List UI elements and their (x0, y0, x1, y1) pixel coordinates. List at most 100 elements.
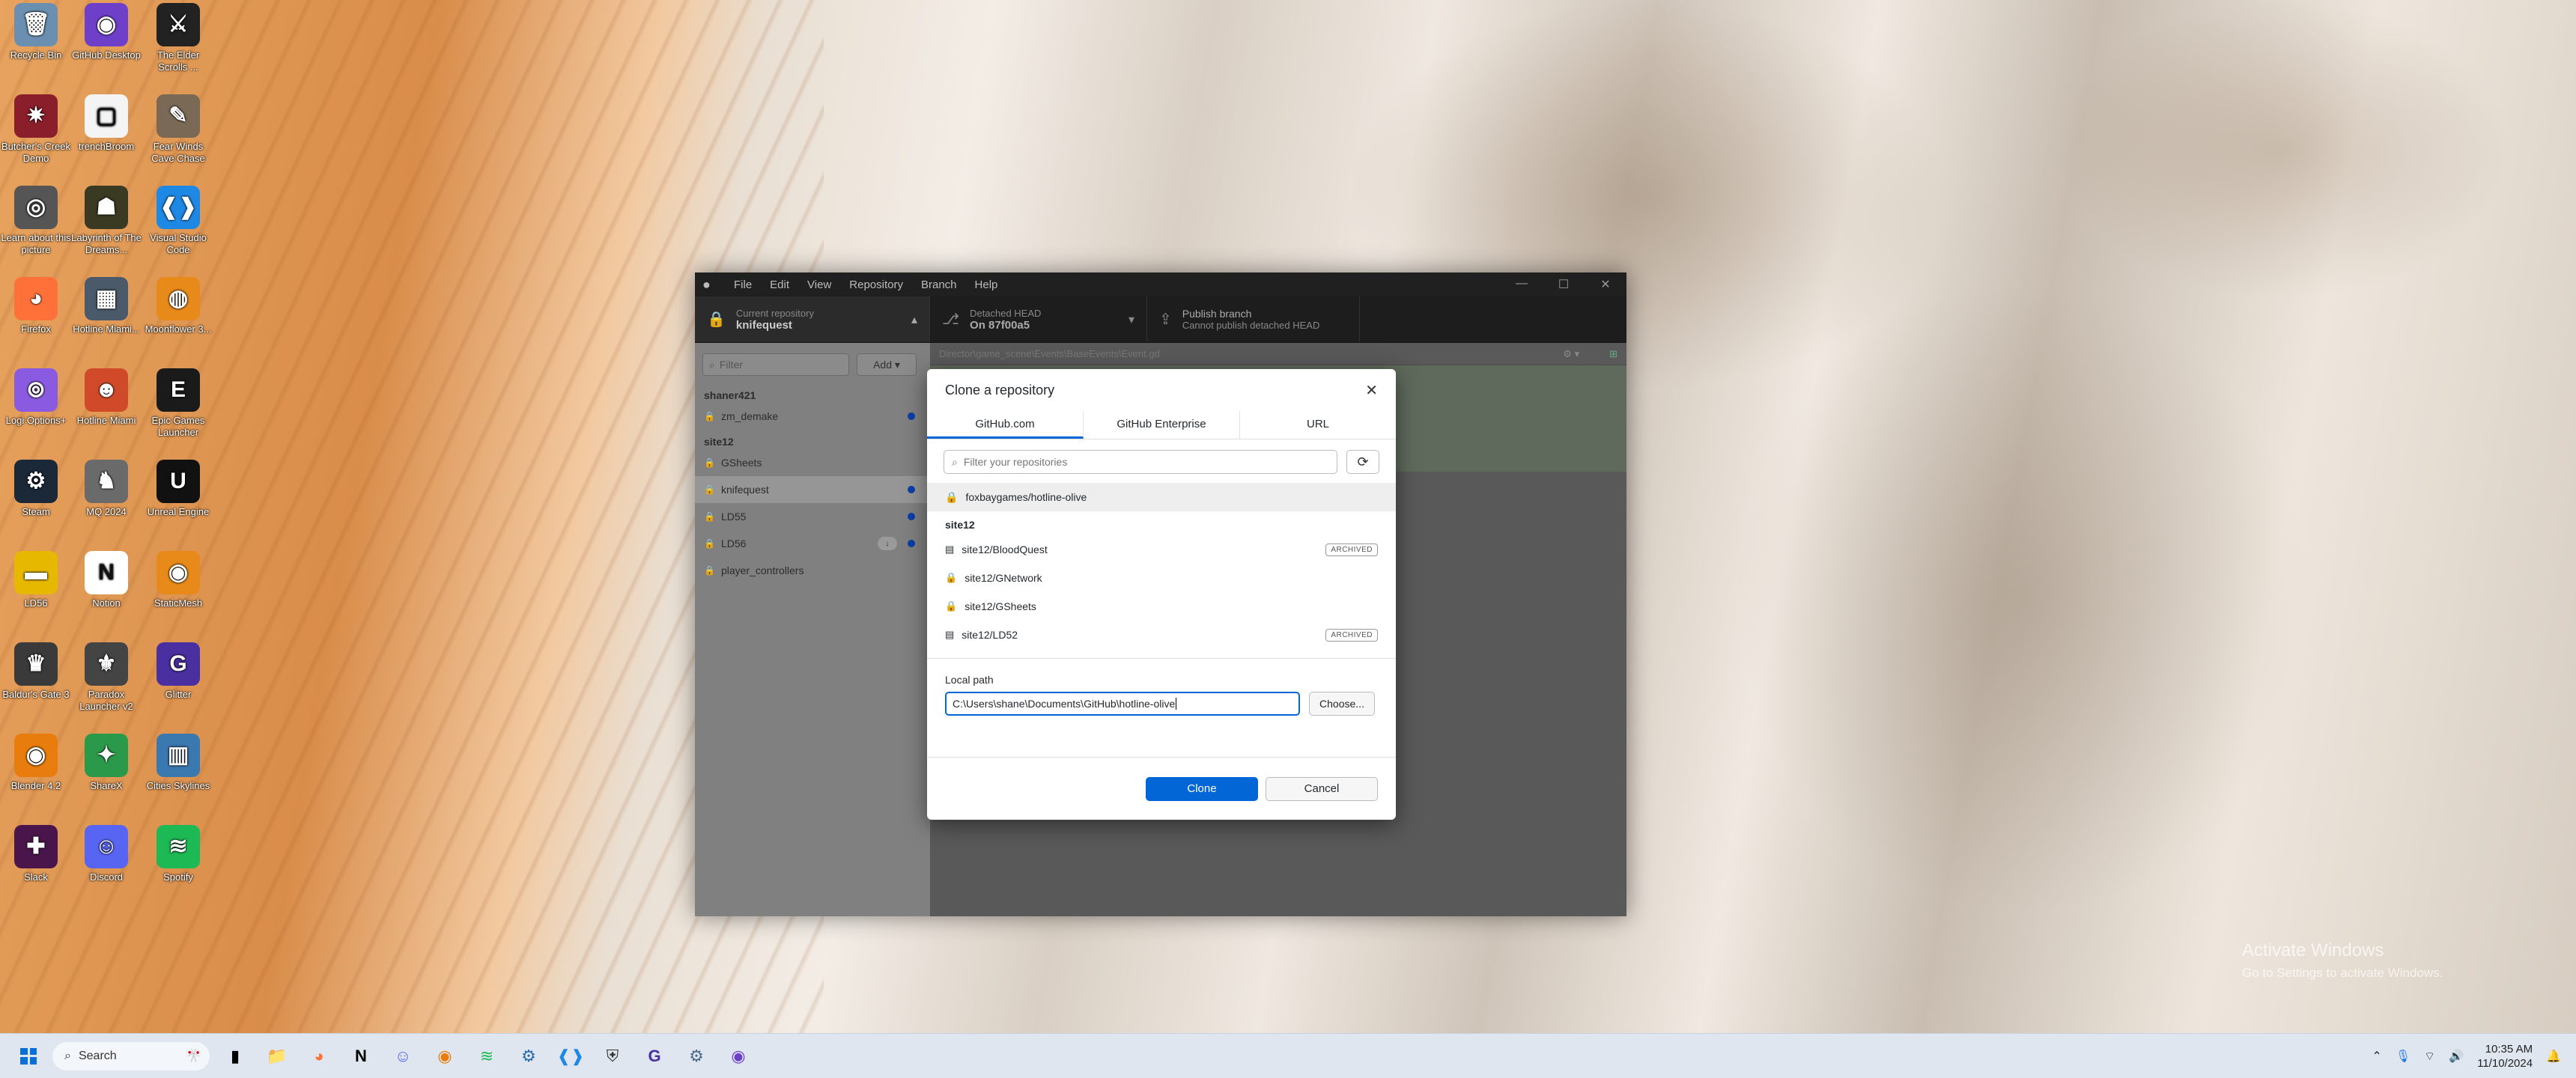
desktop-icon[interactable]: ♞ MQ 2024 (70, 460, 142, 518)
refresh-button[interactable]: ⟳ (1346, 450, 1379, 474)
blender-icon[interactable]: ◉ (428, 1040, 461, 1073)
desktop-icon[interactable]: ◕ Firefox (0, 277, 72, 335)
desktop-icon[interactable]: U Unreal Engine (142, 460, 214, 518)
branch-button[interactable]: ⎇ Detached HEAD On 87f00a5 ▾ (930, 296, 1147, 342)
desktop-icon-label: trenchBroom (78, 141, 135, 152)
app-icon: ▬ (14, 551, 58, 594)
desktop-icon[interactable]: 🗑 Recycle Bin (0, 3, 72, 61)
repo-filter-input[interactable]: ⌕ Filter (702, 353, 849, 376)
desktop-icon[interactable]: ▢ trenchBroom (70, 94, 142, 153)
publish-branch-button[interactable]: ⇪ Publish branch Cannot publish detached… (1147, 296, 1360, 342)
close-icon[interactable]: ✕ (1365, 381, 1378, 400)
spotify-icon[interactable]: ≋ (470, 1040, 503, 1073)
desktop-icon[interactable]: ▥ Cities Skylines (142, 734, 214, 792)
desktop-icon-label: Slack (24, 871, 48, 883)
desktop-icon[interactable]: ⚙ Steam (0, 460, 72, 518)
chevron-up-icon[interactable]: ⌃ (2372, 1049, 2381, 1064)
current-repository-button[interactable]: 🔒 Current repository knifequest ▴ (695, 296, 930, 342)
sidebar-item-label: LD55 (720, 511, 747, 523)
file-explorer-icon[interactable]: 📁 (261, 1040, 294, 1073)
menu-repository[interactable]: Repository (840, 278, 912, 291)
file-path-bar: Director\game_scene\Events\BaseEvents\Ev… (930, 343, 1626, 365)
vscode-icon[interactable]: ❰❱ (554, 1040, 587, 1073)
task-view-icon[interactable]: ▮ (219, 1040, 252, 1073)
firefox-icon[interactable]: ◕ (303, 1040, 335, 1073)
sidebar-item-player_controllers[interactable]: 🔒 player_controllers (695, 557, 930, 584)
taskbar-search[interactable]: ⌕ Search 🎌 (52, 1041, 210, 1071)
desktop-icon[interactable]: E Epic Games Launcher (142, 368, 214, 439)
notion-icon[interactable]: N (344, 1040, 377, 1073)
desktop-icon[interactable]: ▦ Hotline Miami... (70, 277, 142, 335)
desktop-icon[interactable]: ◉ GitHub Desktop (70, 3, 142, 61)
list-item[interactable]: ▤ site12/LD52 ARCHIVED (927, 621, 1396, 649)
sidebar-item-LD56[interactable]: 🔒 LD56 ↓ (695, 530, 930, 557)
desktop-icon-label: Discord (89, 871, 124, 883)
expand-icon[interactable]: ⊞ (1609, 348, 1617, 360)
gear-icon[interactable]: ⚙ ▾ (1563, 348, 1579, 360)
list-item[interactable]: 🔒 site12/GSheets (927, 592, 1396, 621)
desktop-icon-label: Notion (92, 597, 121, 609)
choose-button[interactable]: Choose... (1309, 692, 1375, 716)
sidebar-item-knifequest[interactable]: 🔒 knifequest (695, 476, 930, 503)
app-icon: ✎ (157, 94, 200, 138)
maximize-icon[interactable]: ☐ (1543, 277, 1585, 292)
desktop-icon[interactable]: ✷ Butcher's Creek Demo (0, 94, 72, 165)
desktop-icon[interactable]: ◎ Learn about this picture (0, 186, 72, 256)
wifi-icon[interactable]: ⌔ (2424, 1049, 2435, 1064)
repo-search-input[interactable]: ⌕ Filter your repositories (944, 450, 1337, 474)
tab-github-com[interactable]: GitHub.com (927, 411, 1084, 439)
desktop-icon[interactable]: ♛ Baldur's Gate 3 (0, 642, 72, 701)
add-repo-button[interactable]: Add ▾ (857, 353, 917, 376)
app-icon: ⊚ (14, 368, 58, 412)
glitter-icon[interactable]: G (638, 1040, 671, 1073)
sidebar-item-LD55[interactable]: 🔒 LD55 (695, 503, 930, 530)
menu-file[interactable]: File (725, 278, 761, 291)
list-item-highlighted[interactable]: 🔒 foxbaygames/hotline-olive (927, 483, 1396, 511)
desktop-icon[interactable]: ❰❱ Visual Studio Code (142, 186, 214, 256)
desktop-icon[interactable]: ☗ Labyrinth of The Dreams... (70, 186, 142, 256)
desktop-icon[interactable]: ✚ Slack (0, 825, 72, 883)
desktop-icon[interactable]: ☺ Discord (70, 825, 142, 883)
desktop-icon[interactable]: ▬ LD56 (0, 551, 72, 609)
desktop-icon[interactable]: ◍ Moonflower 3... (142, 277, 214, 335)
desktop-icon[interactable]: ⊚ Logi Options+ (0, 368, 72, 427)
app-icon: N (85, 551, 128, 594)
list-item[interactable]: 🔒 site12/GNetwork (927, 564, 1396, 592)
github-desktop-icon[interactable]: ◉ (722, 1040, 755, 1073)
desktop-icon[interactable]: G Glitter (142, 642, 214, 701)
desktop-icon-label: StaticMesh (154, 597, 203, 609)
repo-group-header: site12 (945, 519, 975, 531)
sidebar-item-zm_demake[interactable]: 🔒 zm_demake (695, 403, 930, 430)
desktop-icon[interactable]: ⚜ Paradox Launcher v2 (70, 642, 142, 713)
notification-bell-icon[interactable]: 🔔 (2546, 1049, 2561, 1064)
start-button[interactable] (13, 1041, 43, 1071)
volume-icon[interactable]: 🔊 (2449, 1049, 2464, 1064)
minimize-icon[interactable]: — (1501, 277, 1543, 292)
menu-view[interactable]: View (798, 278, 840, 291)
cancel-button[interactable]: Cancel (1266, 776, 1378, 801)
steam-icon[interactable]: ⚙ (680, 1040, 713, 1073)
close-icon[interactable]: ✕ (1585, 277, 1626, 292)
tab-github-enterprise[interactable]: GitHub Enterprise (1084, 411, 1240, 439)
desktop-icon[interactable]: ◉ Blender 4.2 (0, 734, 72, 792)
desktop-icon[interactable]: ☻ Hotline Miami (70, 368, 142, 427)
desktop-icon[interactable]: N Notion (70, 551, 142, 609)
desktop-icon[interactable]: ✦ ShareX (70, 734, 142, 792)
desktop-icon[interactable]: ◉ StaticMesh (142, 551, 214, 609)
discord-icon[interactable]: ☺ (386, 1040, 419, 1073)
list-item[interactable]: ▤ site12/BloodQuest ARCHIVED (927, 535, 1396, 564)
desktop-icon[interactable]: ✎ Fear Winds Cave Chase (142, 94, 214, 165)
clone-button[interactable]: Clone (1146, 776, 1258, 801)
menu-branch[interactable]: Branch (912, 278, 966, 291)
desktop-icon[interactable]: ≋ Spotify (142, 825, 214, 883)
desktop-icon[interactable]: ⚔ The Elder Scrolls ... (142, 3, 214, 73)
menu-edit[interactable]: Edit (761, 278, 798, 291)
shield-icon[interactable]: ⛨ (596, 1040, 629, 1073)
clock[interactable]: 10:35 AM 11/10/2024 (2477, 1042, 2533, 1071)
tab-url[interactable]: URL (1240, 411, 1396, 439)
sidebar-item-GSheets[interactable]: 🔒 GSheets (695, 449, 930, 476)
microphone-icon[interactable]: 🎙 (2396, 1049, 2411, 1064)
menu-help[interactable]: Help (966, 278, 1007, 291)
settings-app-icon[interactable]: ⚙ (512, 1040, 545, 1073)
local-path-input[interactable]: C:\Users\shane\Documents\GitHub\hotline-… (945, 692, 1300, 716)
